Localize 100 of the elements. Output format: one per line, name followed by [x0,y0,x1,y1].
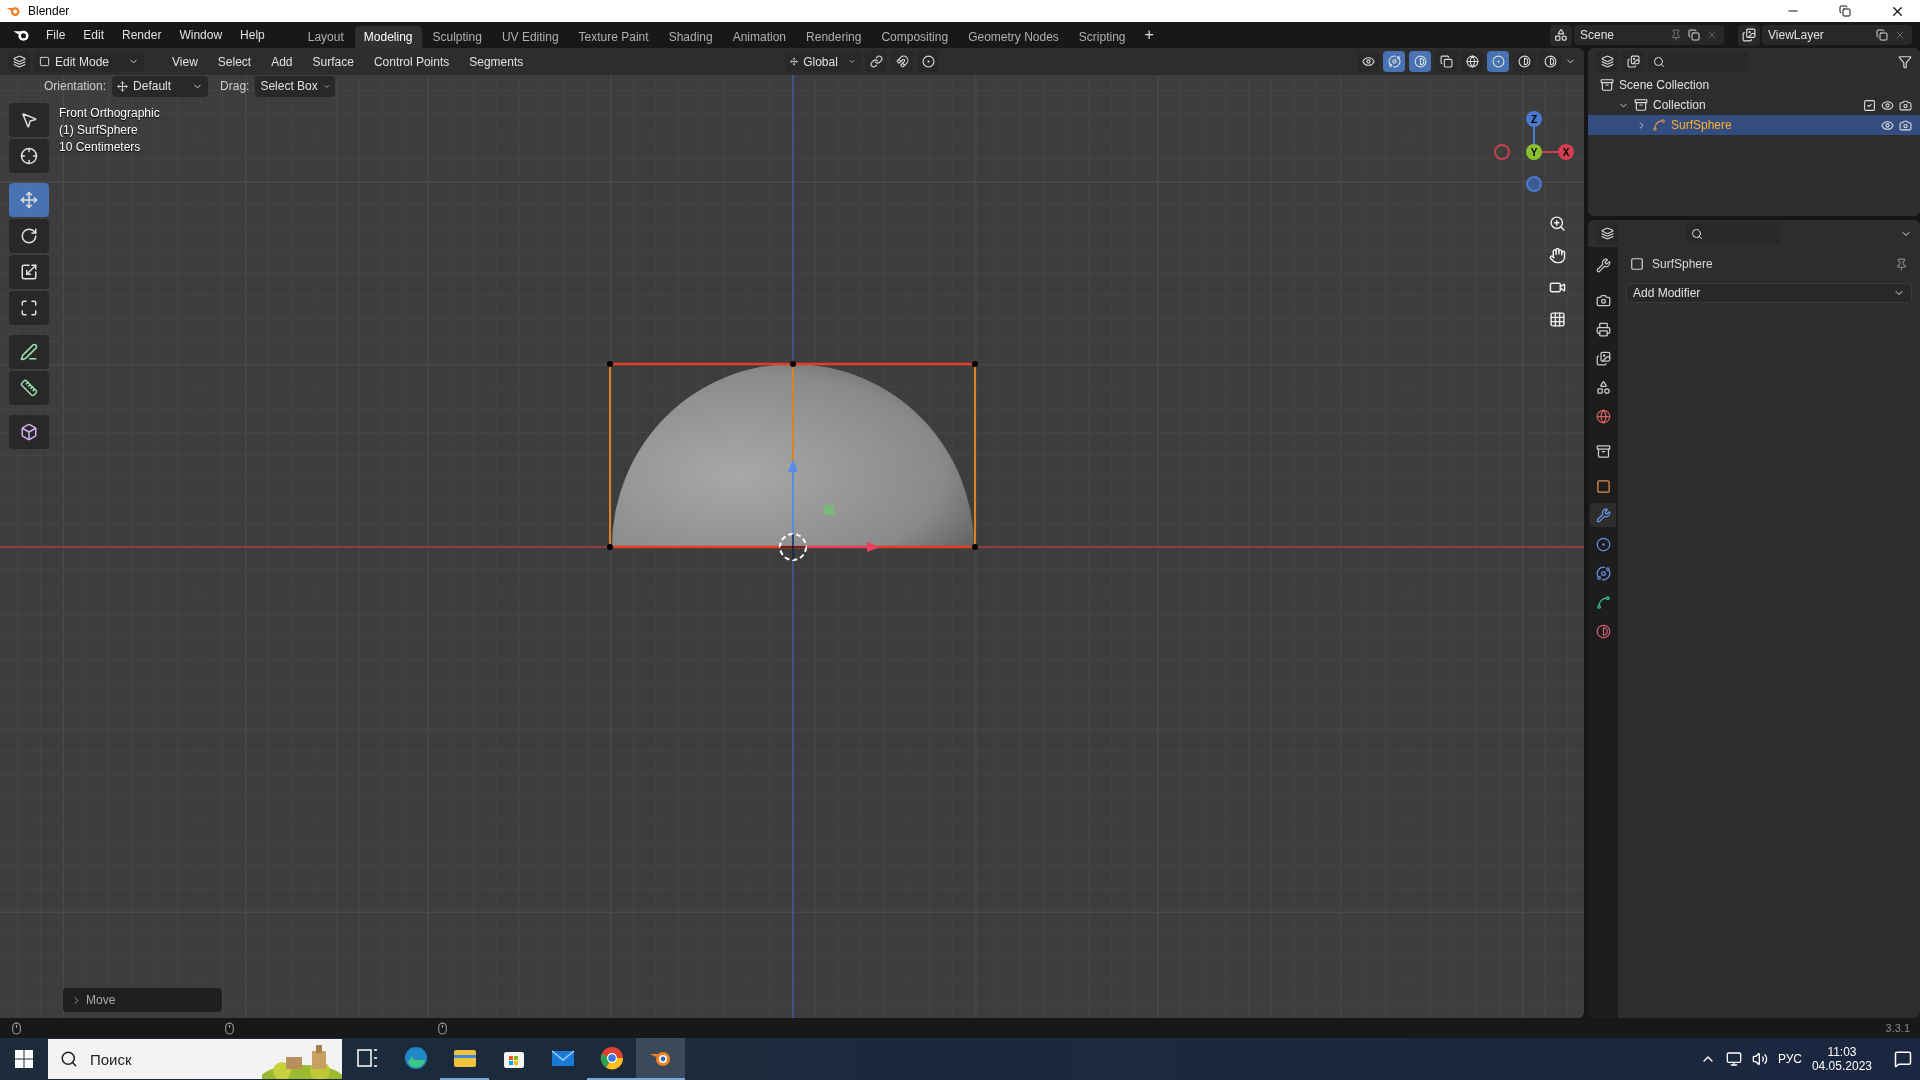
menu-item[interactable]: Control Points [365,51,458,72]
tool-button[interactable] [9,371,49,405]
menu-item[interactable]: Edit [75,25,113,45]
tool-button[interactable] [9,219,49,253]
outliner-label: Scene Collection [1619,78,1710,92]
gizmo-toggle[interactable] [1383,51,1405,72]
edge-browser-icon[interactable] [402,1045,429,1071]
menu-item[interactable]: File [38,25,74,45]
plane-handle[interactable] [824,505,834,515]
search-field[interactable] [1686,223,1780,244]
cursor-icon [20,147,38,165]
mouse-icon [223,1021,236,1035]
close-icon[interactable] [1706,29,1718,41]
navigation-gizmo[interactable]: Z Y X [1494,111,1574,192]
volume-icon[interactable] [1751,1051,1768,1067]
editor-type-button[interactable] [1596,51,1618,72]
workspace-tab[interactable]: Geometry Nodes [959,26,1068,48]
camera-icon[interactable] [1899,118,1912,132]
workspace-tab[interactable]: Shading [659,26,722,48]
shading-button[interactable] [1487,51,1509,72]
pin-icon[interactable] [1670,29,1682,41]
zoom-icon [1548,214,1566,232]
transform-icon [20,299,38,317]
chrome-browser-icon[interactable] [598,1045,625,1071]
axes-icon [117,80,129,92]
add-workspace-button[interactable]: + [1136,23,1162,47]
menu-item[interactable]: Surface [304,51,362,72]
xray-toggle[interactable] [1435,51,1457,72]
shading-button[interactable] [1539,51,1561,72]
workspace-tab[interactable]: Modeling [354,26,422,48]
outliner-row[interactable]: Collection [1588,95,1920,115]
tool-button[interactable] [9,415,49,449]
menu-item[interactable]: Render [114,25,170,45]
menu-item[interactable]: Segments [461,51,532,72]
workspace-tab[interactable]: UV Editing [492,26,568,48]
add-modifier-dropdown[interactable]: Add Modifier [1626,283,1912,303]
tool-button[interactable] [9,139,49,173]
drag-dropdown[interactable]: Select Box [255,75,336,97]
search-icon [60,1050,78,1068]
orientation-dropdown[interactable]: Global [785,51,861,72]
menu-item[interactable]: Window [171,25,231,45]
clock[interactable]: 11:03 04.05.2023 [1811,1045,1872,1073]
search-icon [1653,55,1665,68]
menu-item[interactable]: View [164,51,206,72]
workspace-tab[interactable]: Compositing [872,26,958,48]
copy-icon[interactable] [1876,29,1888,41]
editor-type-button[interactable] [1596,223,1618,244]
visibility-button[interactable] [1357,51,1379,72]
tool-button[interactable] [9,103,49,137]
wrench-icon [1595,507,1611,523]
workspace-tab[interactable]: Texture Paint [569,26,658,48]
display-mode-button[interactable] [1622,51,1644,72]
link-icon [869,55,883,68]
search-field[interactable] [1648,51,1748,72]
outliner-row[interactable]: SurfSphere [1588,115,1920,135]
eye-icon[interactable] [1881,118,1894,132]
menu-item[interactable]: Select [209,51,260,72]
workspace-tab[interactable]: Scripting [1069,26,1135,48]
editor-type-button[interactable] [8,51,30,72]
checkbox-icon[interactable] [1863,98,1876,112]
window-title: Blender [28,4,71,18]
filter-icon[interactable] [1898,54,1912,69]
viewport-info: Front Orthographic [59,106,160,120]
copy-icon[interactable] [1688,29,1700,41]
origin-cursor [779,533,807,561]
orientation-dropdown[interactable]: Default [112,75,209,97]
outliner-row[interactable]: Scene Collection [1588,75,1920,95]
shading-button[interactable] [1461,51,1483,72]
mode-dropdown[interactable]: Edit Mode [34,51,144,72]
scene-selector[interactable] [1550,24,1572,46]
workspace-tab[interactable]: Animation [723,26,796,48]
search-input[interactable]: Поиск [88,1049,208,1069]
proportional-button[interactable] [917,51,939,72]
notifications-icon[interactable] [1894,1050,1912,1068]
workspace-tab[interactable]: Sculpting [423,26,491,48]
pivot-button[interactable] [865,51,887,72]
network-icon[interactable] [1725,1051,1742,1067]
hand-icon [1548,246,1566,264]
snap-button[interactable] [891,51,913,72]
view-layer-selector[interactable] [1738,24,1760,46]
workspace-tab[interactable]: Rendering [797,26,871,48]
menu-item[interactable]: Help [232,25,273,45]
select-box-icon [20,111,38,129]
camera-icon[interactable] [1899,98,1912,112]
tool-button[interactable] [9,291,49,325]
camera-icon [1595,292,1611,308]
last-operator-panel[interactable]: Move [63,988,222,1012]
properties-tab[interactable] [1590,503,1616,527]
mouse-icon [436,1021,449,1035]
language-indicator[interactable]: РУС [1777,1052,1802,1066]
tool-button[interactable] [9,255,49,289]
overlay-toggle[interactable] [1409,51,1431,72]
workspace-tab[interactable]: Layout [298,26,353,48]
eye-icon[interactable] [1881,98,1894,112]
pin-icon[interactable] [1895,257,1908,271]
shading-button[interactable] [1513,51,1535,72]
menu-item[interactable]: Add [263,51,301,72]
shaded-sphere-icon [1543,55,1557,68]
tool-button[interactable] [9,335,49,369]
close-icon[interactable] [1894,29,1906,41]
